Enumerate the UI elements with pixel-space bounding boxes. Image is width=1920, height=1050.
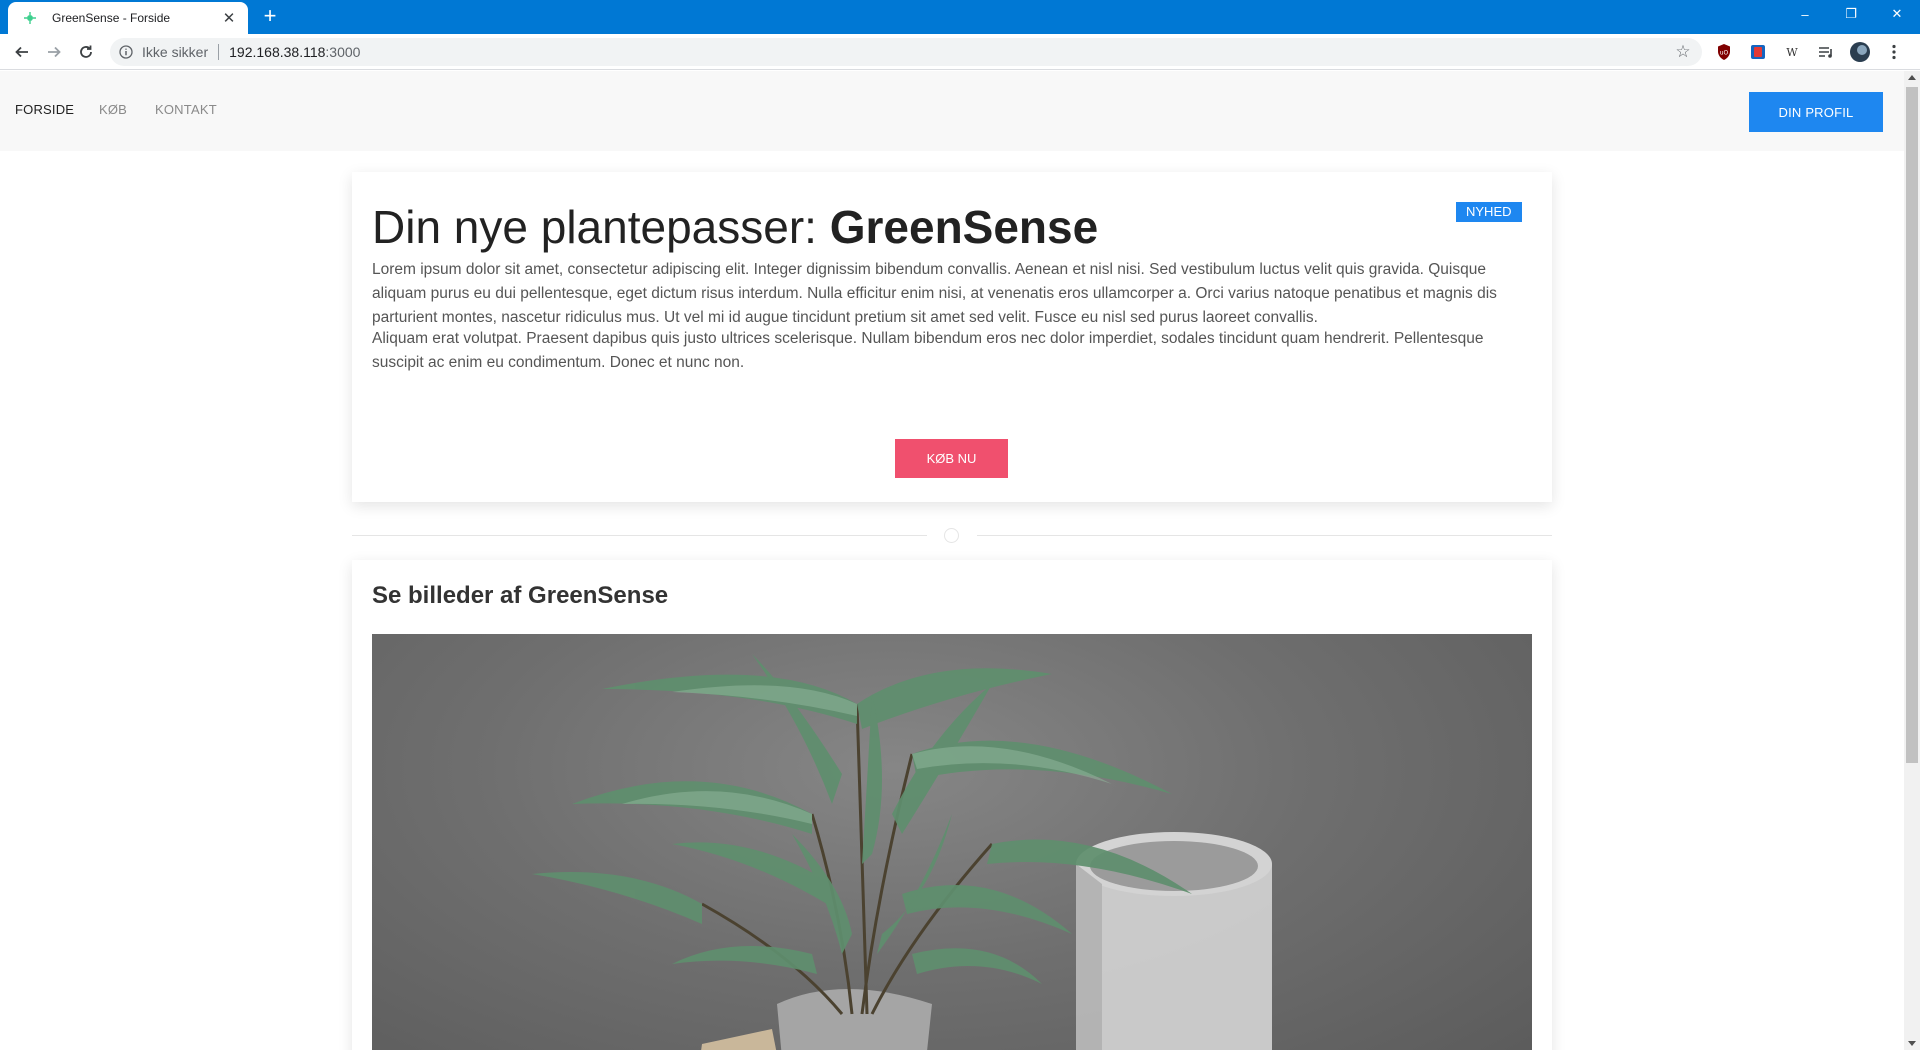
gallery-card: Se billeder af GreenSense bbox=[352, 560, 1552, 1050]
extension-red-icon[interactable] bbox=[1746, 40, 1770, 64]
media-queue-icon[interactable] bbox=[1814, 40, 1838, 64]
section-divider bbox=[352, 528, 1552, 544]
nav-link-kontakt[interactable]: KONTAKT bbox=[155, 102, 217, 117]
buy-now-button[interactable]: KØB NU bbox=[895, 439, 1008, 478]
greensense-favicon-icon bbox=[22, 10, 38, 26]
minimize-button[interactable]: – bbox=[1782, 0, 1828, 28]
url-text[interactable]: 192.168.38.118:3000 bbox=[229, 44, 360, 60]
page-scrollbar[interactable] bbox=[1904, 71, 1920, 1050]
plant-photo bbox=[372, 634, 1532, 1050]
svg-text:uO: uO bbox=[1720, 50, 1729, 57]
hero-card: Din nye plantepasser: GreenSense NYHED L… bbox=[352, 172, 1552, 502]
divider-line-right bbox=[977, 535, 1552, 536]
tab-title: GreenSense - Forside bbox=[52, 11, 171, 25]
browser-tab[interactable]: GreenSense - Forside ✕ bbox=[8, 2, 248, 34]
bookmark-star-icon[interactable]: ☆ bbox=[1674, 43, 1692, 61]
close-tab-icon[interactable]: ✕ bbox=[220, 9, 238, 27]
new-badge: NYHED bbox=[1456, 202, 1522, 222]
address-bar[interactable]: Ikke sikker 192.168.38.118:3000 ☆ bbox=[110, 38, 1702, 66]
window-controls: – ❐ ✕ bbox=[1782, 0, 1920, 28]
scroll-up-arrow-icon[interactable] bbox=[1908, 75, 1916, 80]
back-arrow-icon[interactable] bbox=[6, 36, 38, 68]
svg-text:W: W bbox=[1786, 46, 1798, 59]
url-port: :3000 bbox=[325, 44, 361, 60]
hero-title-prefix: Din nye plantepasser: bbox=[372, 201, 830, 253]
hero-title-brand: GreenSense bbox=[829, 201, 1099, 253]
site-navbar: FORSIDE KØB KONTAKT DIN PROFIL bbox=[0, 71, 1904, 151]
security-label: Ikke sikker bbox=[142, 44, 209, 60]
divider-circle-icon bbox=[944, 528, 959, 543]
wikipedia-icon[interactable]: W bbox=[1780, 40, 1804, 64]
scrollbar-thumb[interactable] bbox=[1906, 87, 1918, 763]
info-icon[interactable] bbox=[118, 44, 134, 60]
user-avatar-icon[interactable] bbox=[1848, 40, 1872, 64]
url-host: 192.168.38.118 bbox=[229, 44, 326, 60]
hero-paragraph-2: Aliquam erat volutpat. Praesent dapibus … bbox=[372, 330, 1484, 371]
scroll-down-arrow-icon[interactable] bbox=[1908, 1041, 1916, 1046]
nav-link-forside[interactable]: FORSIDE bbox=[15, 102, 74, 117]
address-separator bbox=[218, 44, 220, 60]
reload-icon[interactable] bbox=[70, 36, 102, 68]
divider-line-left bbox=[352, 535, 927, 536]
gallery-title: Se billeder af GreenSense bbox=[372, 582, 669, 609]
forward-arrow-icon[interactable] bbox=[38, 36, 70, 68]
hero-title: Din nye plantepasser: GreenSense bbox=[372, 200, 1098, 254]
nav-link-koeb[interactable]: KØB bbox=[99, 102, 127, 117]
extensions-bar: uO W bbox=[1712, 36, 1920, 68]
page-viewport: FORSIDE KØB KONTAKT DIN PROFIL Din nye p… bbox=[0, 71, 1920, 1050]
hero-paragraph-1: Lorem ipsum dolor sit amet, consectetur … bbox=[372, 261, 1497, 326]
browser-menu-icon[interactable] bbox=[1882, 40, 1906, 64]
close-window-button[interactable]: ✕ bbox=[1874, 0, 1920, 28]
browser-toolbar: Ikke sikker 192.168.38.118:3000 ☆ uO W bbox=[0, 34, 1920, 70]
ublock-origin-icon[interactable]: uO bbox=[1712, 40, 1736, 64]
new-tab-button[interactable]: + bbox=[258, 5, 282, 29]
browser-titlebar: GreenSense - Forside ✕ + – ❐ ✕ bbox=[0, 0, 1920, 34]
restore-button[interactable]: ❐ bbox=[1828, 0, 1874, 28]
profile-button[interactable]: DIN PROFIL bbox=[1749, 92, 1883, 132]
